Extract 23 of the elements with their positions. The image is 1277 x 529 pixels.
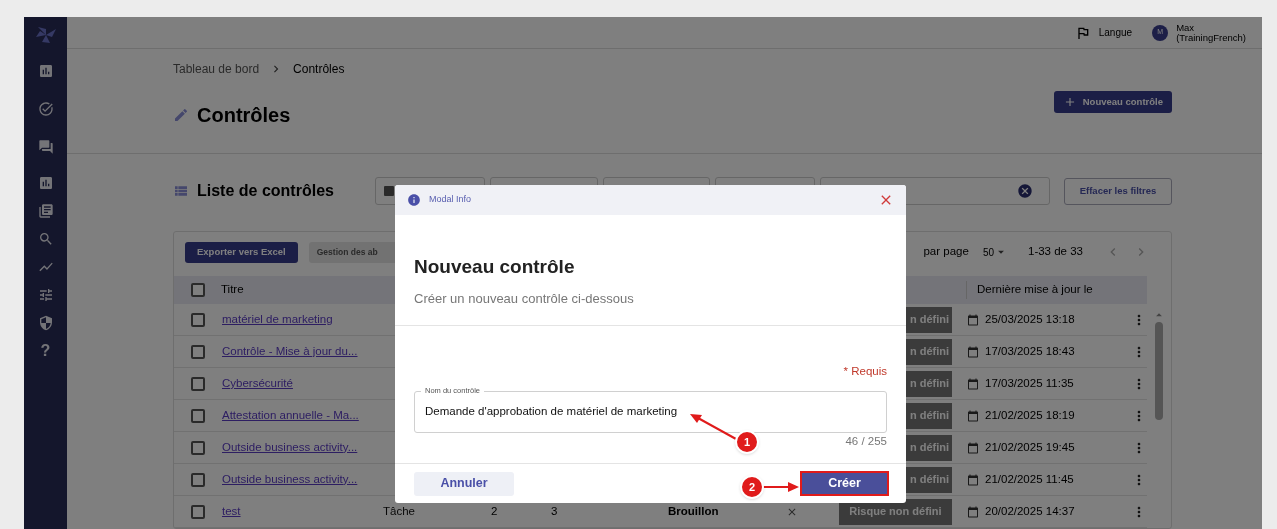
modal-title: Nouveau contrôle: [414, 257, 576, 277]
modal-subtitle: Créer un nouveau contrôle ci-dessous: [414, 290, 635, 308]
date-cell-text: 21/02/2025 11:45: [985, 471, 1074, 487]
table-cell: 3: [551, 504, 558, 517]
status-cell: Brouillon: [668, 504, 719, 517]
breadcrumb-item: Contrôles: [293, 61, 345, 79]
user-name: Max: [1176, 22, 1196, 33]
date-cell-text: 17/03/2025 11:35: [985, 375, 1074, 391]
date-cell-text: 25/03/2025 13:18: [985, 311, 1075, 327]
date-cell-text: 20/02/2025 14:37: [985, 503, 1075, 519]
page-range: 1-33 de 33: [1028, 244, 1083, 260]
page-title: Contrôles: [197, 103, 291, 129]
table-cell: 2: [491, 504, 498, 517]
modal-header-label: Modal Info: [429, 193, 472, 207]
table-cell: Tâche: [383, 504, 415, 517]
user-account: (TrainingFrench): [1176, 32, 1246, 43]
field-value: Demande d'approbation de matériel de marketing: [425, 404, 678, 420]
date-cell-text: 21/02/2025 19:45: [985, 439, 1075, 455]
character-counter: 46 / 255: [845, 434, 887, 448]
date-cell-text: 21/02/2025 18:19: [985, 407, 1075, 423]
section-title: Liste de contrôles: [197, 181, 334, 201]
rows-per-page-label: par page: [923, 244, 969, 260]
date-cell-text: 17/03/2025 18:43: [985, 343, 1075, 359]
